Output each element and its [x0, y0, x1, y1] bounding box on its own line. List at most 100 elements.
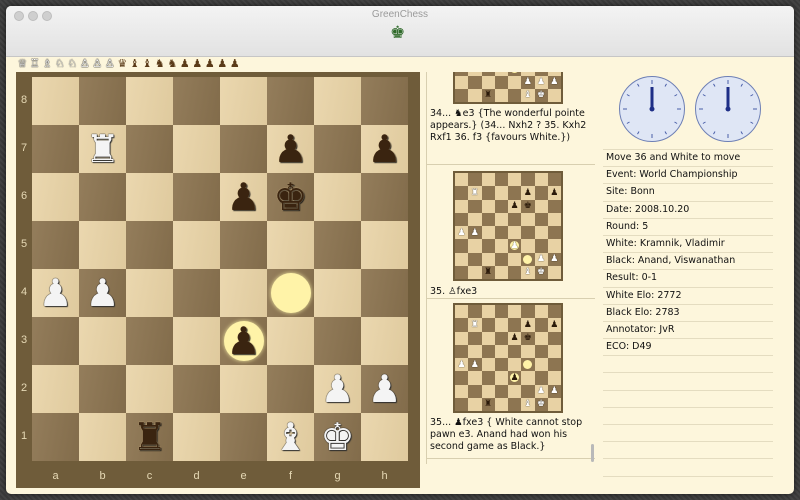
white-bishop-icon[interactable]: ♝: [267, 413, 314, 461]
square-g7[interactable]: [314, 125, 361, 173]
file-label: b: [99, 470, 106, 482]
square-a1[interactable]: [32, 413, 79, 461]
square-e2[interactable]: [220, 365, 267, 413]
square-b1[interactable]: [79, 413, 126, 461]
square-h1[interactable]: [361, 413, 408, 461]
file-label: e: [240, 470, 247, 482]
square-a2[interactable]: [32, 365, 79, 413]
black-pawn-icon[interactable]: ♟: [220, 317, 267, 365]
move-highlight: [270, 273, 311, 313]
captured-black-piece: ♟: [192, 57, 203, 70]
square-d6[interactable]: [173, 173, 220, 221]
square-d1[interactable]: [173, 413, 220, 461]
mini-pawn-icon: ♟: [510, 372, 519, 383]
board-squares[interactable]: ♜ ♟ ♟ ♟ ♚ ♟ ♟ ♟ ♟ ♟ ♜ ♝ ♚: [32, 77, 408, 461]
white-king-icon[interactable]: ♚: [314, 413, 361, 461]
square-h8[interactable]: [361, 77, 408, 125]
mini-pawn-icon: ♟: [550, 187, 559, 198]
square-d8[interactable]: [173, 77, 220, 125]
file-label: a: [52, 470, 59, 482]
divider: [427, 298, 595, 299]
square-h5[interactable]: [361, 221, 408, 269]
mini-king-icon: ♚: [523, 333, 532, 343]
mini-pawn-icon: ♟: [510, 240, 519, 251]
square-f2[interactable]: [267, 365, 314, 413]
square-e5[interactable]: [220, 221, 267, 269]
square-c3[interactable]: [126, 317, 173, 365]
captured-white-piece: ♕: [17, 57, 28, 70]
square-b6[interactable]: [79, 173, 126, 221]
square-f8[interactable]: [267, 77, 314, 125]
white-pawn-icon[interactable]: ♟: [361, 365, 408, 413]
square-f5[interactable]: [267, 221, 314, 269]
move-list-panel[interactable]: ♜ ♟ ♟ ♟ ♚ ♟ ♟ ♟ ♟ ♜ ♝ ♚ ♞ ♟ 34... ♞e3 {The wonderful …: [426, 72, 597, 464]
square-a3[interactable]: [32, 317, 79, 365]
square-g3[interactable]: [314, 317, 361, 365]
king-icon: ♚: [390, 23, 406, 42]
square-c6[interactable]: [126, 173, 173, 221]
white-pawn-icon[interactable]: ♟: [314, 365, 361, 413]
square-d2[interactable]: [173, 365, 220, 413]
square-g8[interactable]: [314, 77, 361, 125]
black-pawn-icon[interactable]: ♟: [267, 125, 314, 173]
square-d7[interactable]: [173, 125, 220, 173]
mini-pawn-icon: ♟: [523, 319, 532, 330]
square-b2[interactable]: [79, 365, 126, 413]
mini-rook-icon: ♜: [483, 90, 493, 101]
rank-label: 7: [20, 142, 28, 154]
square-h4[interactable]: [361, 269, 408, 317]
info-empty-row: [603, 442, 773, 460]
square-c8[interactable]: [126, 77, 173, 125]
info-black-player: Black: Anand, Viswanathan: [603, 253, 773, 271]
black-pawn-icon[interactable]: ♟: [361, 125, 408, 173]
mini-knight-icon: ♞: [509, 72, 520, 74]
square-e1[interactable]: [220, 413, 267, 461]
mini-king-icon: ♚: [536, 267, 546, 278]
square-c2[interactable]: [126, 365, 173, 413]
black-king-icon[interactable]: ♚: [267, 173, 314, 221]
position-diagram: ♜ ♟ ♟ ♟ ♚ ♟ ♟ ♟ ♟ ♟ ♜ ♝ ♚: [453, 303, 563, 413]
square-e8[interactable]: [220, 77, 267, 125]
square-d4[interactable]: [173, 269, 220, 317]
square-f3[interactable]: [267, 317, 314, 365]
square-g4[interactable]: [314, 269, 361, 317]
square-h6[interactable]: [361, 173, 408, 221]
square-c7[interactable]: [126, 125, 173, 173]
square-a5[interactable]: [32, 221, 79, 269]
square-d3[interactable]: [173, 317, 220, 365]
captured-white-piece: ♖: [29, 57, 40, 70]
black-rook-icon[interactable]: ♜: [126, 413, 173, 461]
square-g5[interactable]: [314, 221, 361, 269]
square-b3[interactable]: [79, 317, 126, 365]
move-list-scrollbar[interactable]: [591, 444, 594, 462]
square-c5[interactable]: [126, 221, 173, 269]
square-a7[interactable]: [32, 125, 79, 173]
rank-label: 1: [20, 430, 28, 442]
square-a6[interactable]: [32, 173, 79, 221]
mini-pawn-icon: ♟: [536, 386, 546, 396]
mini-pawn-icon: ♟: [550, 386, 559, 396]
square-d5[interactable]: [173, 221, 220, 269]
info-white-elo: White Elo: 2772: [603, 288, 773, 305]
rank-label: 5: [20, 238, 28, 250]
captured-pieces-bar: ♕ ♖ ♗ ♘ ♘ ♙ ♙ ♙ ♛ ♝ ♝ ♞ ♞ ♟ ♟ ♟ ♟ ♟: [16, 58, 241, 70]
white-clock: [619, 76, 685, 142]
white-pawn-icon[interactable]: ♟: [79, 269, 126, 317]
captured-black-piece: ♟: [229, 57, 240, 70]
white-rook-icon[interactable]: ♜: [79, 125, 126, 173]
square-b8[interactable]: [79, 77, 126, 125]
black-clock: [695, 76, 761, 142]
square-b5[interactable]: [79, 221, 126, 269]
white-pawn-icon[interactable]: ♟: [32, 269, 79, 317]
square-e7[interactable]: [220, 125, 267, 173]
move-comment: 34... ♞e3 {The wonderful pointe appears.…: [430, 108, 587, 143]
square-c4[interactable]: [126, 269, 173, 317]
square-h3[interactable]: [361, 317, 408, 365]
mini-rook-icon: ♜: [470, 319, 479, 330]
square-a8[interactable]: [32, 77, 79, 125]
square-g6[interactable]: [314, 173, 361, 221]
square-e4[interactable]: [220, 269, 267, 317]
black-pawn-icon[interactable]: ♟: [220, 173, 267, 221]
captured-white-piece: ♗: [42, 57, 53, 70]
mini-pawn-icon: ♟: [510, 333, 519, 343]
